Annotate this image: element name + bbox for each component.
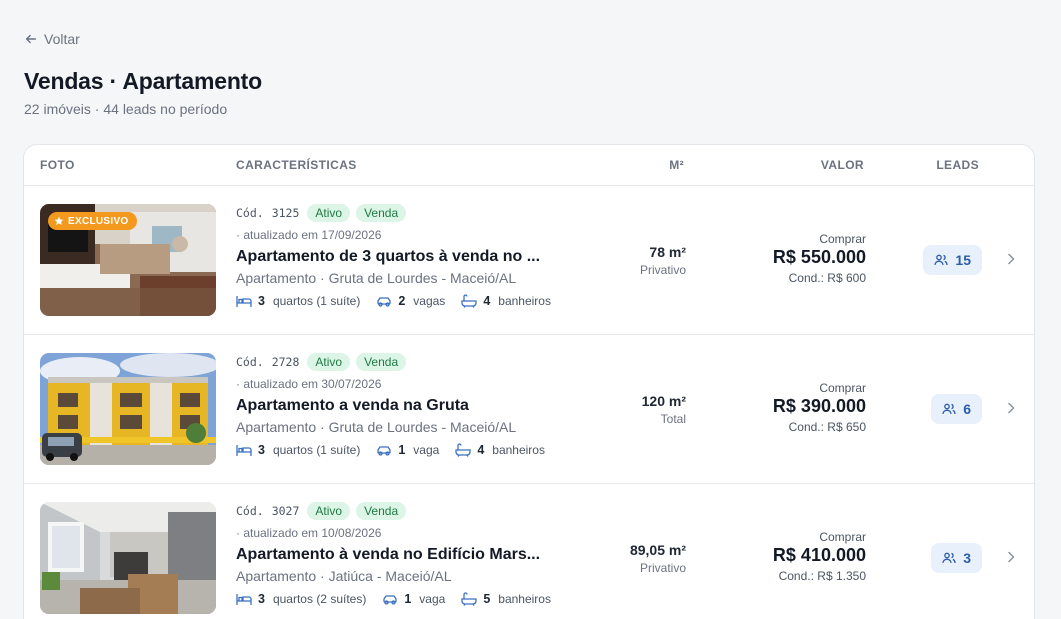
- leads-button[interactable]: 3: [931, 543, 982, 573]
- parking-feature: 1 vaga: [376, 443, 439, 457]
- property-title[interactable]: Apartamento de 3 quartos à venda no ...: [236, 248, 548, 266]
- car-icon: [377, 446, 391, 456]
- users-icon: [942, 552, 956, 564]
- property-address: Apartamento · Gruta de Lourdes - Maceió/…: [236, 419, 517, 435]
- area-value: 120 m²: [641, 393, 686, 409]
- arrow-left-icon: [25, 34, 37, 44]
- leads-count: 15: [955, 252, 971, 268]
- area-cell: 78 m² Privativo: [640, 244, 686, 277]
- price-value: R$ 550.000: [772, 247, 866, 267]
- header-foto: FOTO: [40, 158, 75, 172]
- property-code: 3027: [271, 504, 300, 518]
- chevron-right-icon[interactable]: [1004, 550, 1018, 564]
- table-header: FOTO CARACTERÍSTICAS M² VALOR LEADS: [24, 145, 1034, 186]
- back-label: Voltar: [44, 31, 80, 47]
- area-cell: 120 m² Total: [642, 393, 686, 426]
- bedrooms-feature: 3 quartos (1 suíte): [236, 294, 360, 308]
- condo-fee: Cond.: R$ 650: [788, 420, 866, 434]
- page-subtitle: 22 imóveis · 44 leads no período: [24, 101, 228, 117]
- bed-icon: [236, 594, 252, 605]
- updated-date: · atualizado em 10/08/2026: [236, 526, 382, 540]
- price-cell: Comprar R$ 410.000 Cond.: R$ 1.350: [773, 530, 866, 583]
- bathrooms-feature: 4 banheiros: [455, 443, 545, 457]
- area-type: Total: [660, 412, 686, 426]
- leads-button[interactable]: 15: [923, 245, 982, 275]
- area-value: 78 m²: [649, 244, 686, 260]
- property-title[interactable]: Apartamento à venda no Edifício Mars...: [236, 546, 548, 564]
- price-value: R$ 390.000: [772, 396, 866, 416]
- bathrooms-feature: 4 banheiros: [461, 294, 551, 308]
- parking-feature: 2 vagas: [376, 294, 445, 308]
- condo-fee: Cond.: R$ 600: [788, 271, 866, 285]
- property-code-prefix: Cód.: [236, 206, 264, 220]
- property-title[interactable]: Apartamento a venda na Gruta: [236, 397, 548, 415]
- type-badge: Venda: [356, 353, 407, 371]
- property-code: 3125: [271, 206, 300, 220]
- price-label: Comprar: [819, 381, 866, 395]
- users-icon: [934, 254, 949, 266]
- bath-icon: [461, 294, 477, 308]
- leads-count: 3: [963, 550, 971, 566]
- property-photo[interactable]: [40, 502, 216, 614]
- back-link[interactable]: Voltar: [24, 31, 80, 47]
- table-row[interactable]: EXCLUSIVO Cód. 3125 Ativo Venda · atuali…: [24, 186, 1034, 335]
- leads-count: 6: [963, 401, 971, 417]
- status-badge: Ativo: [307, 353, 351, 371]
- type-badge: Venda: [356, 502, 407, 520]
- property-photo[interactable]: [40, 353, 216, 465]
- parking-feature: 1 vaga: [382, 592, 445, 606]
- bedrooms-feature: 3 quartos (1 suíte): [236, 443, 360, 457]
- property-code-prefix: Cód.: [236, 355, 264, 369]
- area-value: 89,05 m²: [629, 542, 686, 558]
- updated-date: · atualizado em 17/09/2026: [236, 228, 382, 242]
- page-title: Vendas · Apartamento: [24, 68, 262, 94]
- bathrooms-feature: 5 banheiros: [461, 592, 551, 606]
- condo-fee: Cond.: R$ 1.350: [778, 569, 866, 583]
- price-cell: Comprar R$ 550.000 Cond.: R$ 600: [773, 232, 866, 285]
- area-type: Privativo: [639, 263, 686, 277]
- table-row[interactable]: Cód. 3027 Ativo Venda · atualizado em 10…: [24, 484, 1034, 619]
- property-code-prefix: Cód.: [236, 504, 264, 518]
- bed-icon: [236, 445, 252, 456]
- car-icon: [383, 595, 397, 605]
- property-info: Cód. 3125 Ativo Venda · atualizado em 17…: [236, 203, 566, 308]
- exclusive-label: EXCLUSIVO: [68, 215, 129, 227]
- property-code: 2728: [271, 355, 300, 369]
- header-valor: VALOR: [820, 158, 864, 172]
- property-info: Cód. 2728 Ativo Venda · atualizado em 30…: [236, 352, 566, 457]
- updated-date: · atualizado em 30/07/2026: [236, 377, 382, 391]
- chevron-right-icon[interactable]: [1004, 401, 1018, 415]
- price-cell: Comprar R$ 390.000 Cond.: R$ 650: [773, 381, 866, 434]
- bath-icon: [455, 443, 471, 457]
- status-badge: Ativo: [307, 204, 351, 222]
- price-value: R$ 410.000: [772, 545, 866, 565]
- header-caracteristicas: CARACTERÍSTICAS: [236, 158, 357, 172]
- star-icon: [54, 216, 64, 225]
- price-label: Comprar: [819, 530, 866, 544]
- type-badge: Venda: [356, 204, 407, 222]
- area-cell: 89,05 m² Privativo: [630, 542, 686, 575]
- car-icon: [377, 297, 391, 307]
- header-leads: LEADS: [936, 158, 979, 172]
- area-type: Privativo: [639, 561, 686, 575]
- property-photo[interactable]: EXCLUSIVO: [40, 204, 216, 316]
- table-row[interactable]: Cód. 2728 Ativo Venda · atualizado em 30…: [24, 335, 1034, 484]
- users-icon: [942, 403, 956, 415]
- chevron-right-icon[interactable]: [1004, 252, 1018, 266]
- status-badge: Ativo: [307, 502, 351, 520]
- leads-button[interactable]: 6: [931, 394, 982, 424]
- property-address: Apartamento · Gruta de Lourdes - Maceió/…: [236, 270, 517, 286]
- property-info: Cód. 3027 Ativo Venda · atualizado em 10…: [236, 501, 566, 606]
- bath-icon: [461, 592, 477, 606]
- properties-table: FOTO CARACTERÍSTICAS M² VALOR LEADS EXCL…: [23, 144, 1035, 619]
- exclusive-badge: EXCLUSIVO: [48, 212, 137, 230]
- bedrooms-feature: 3 quartos (2 suítes): [236, 592, 366, 606]
- property-address: Apartamento · Jatiúca - Maceió/AL: [236, 568, 452, 584]
- bed-icon: [236, 296, 252, 307]
- price-label: Comprar: [819, 232, 866, 246]
- header-m2: M²: [669, 158, 684, 172]
